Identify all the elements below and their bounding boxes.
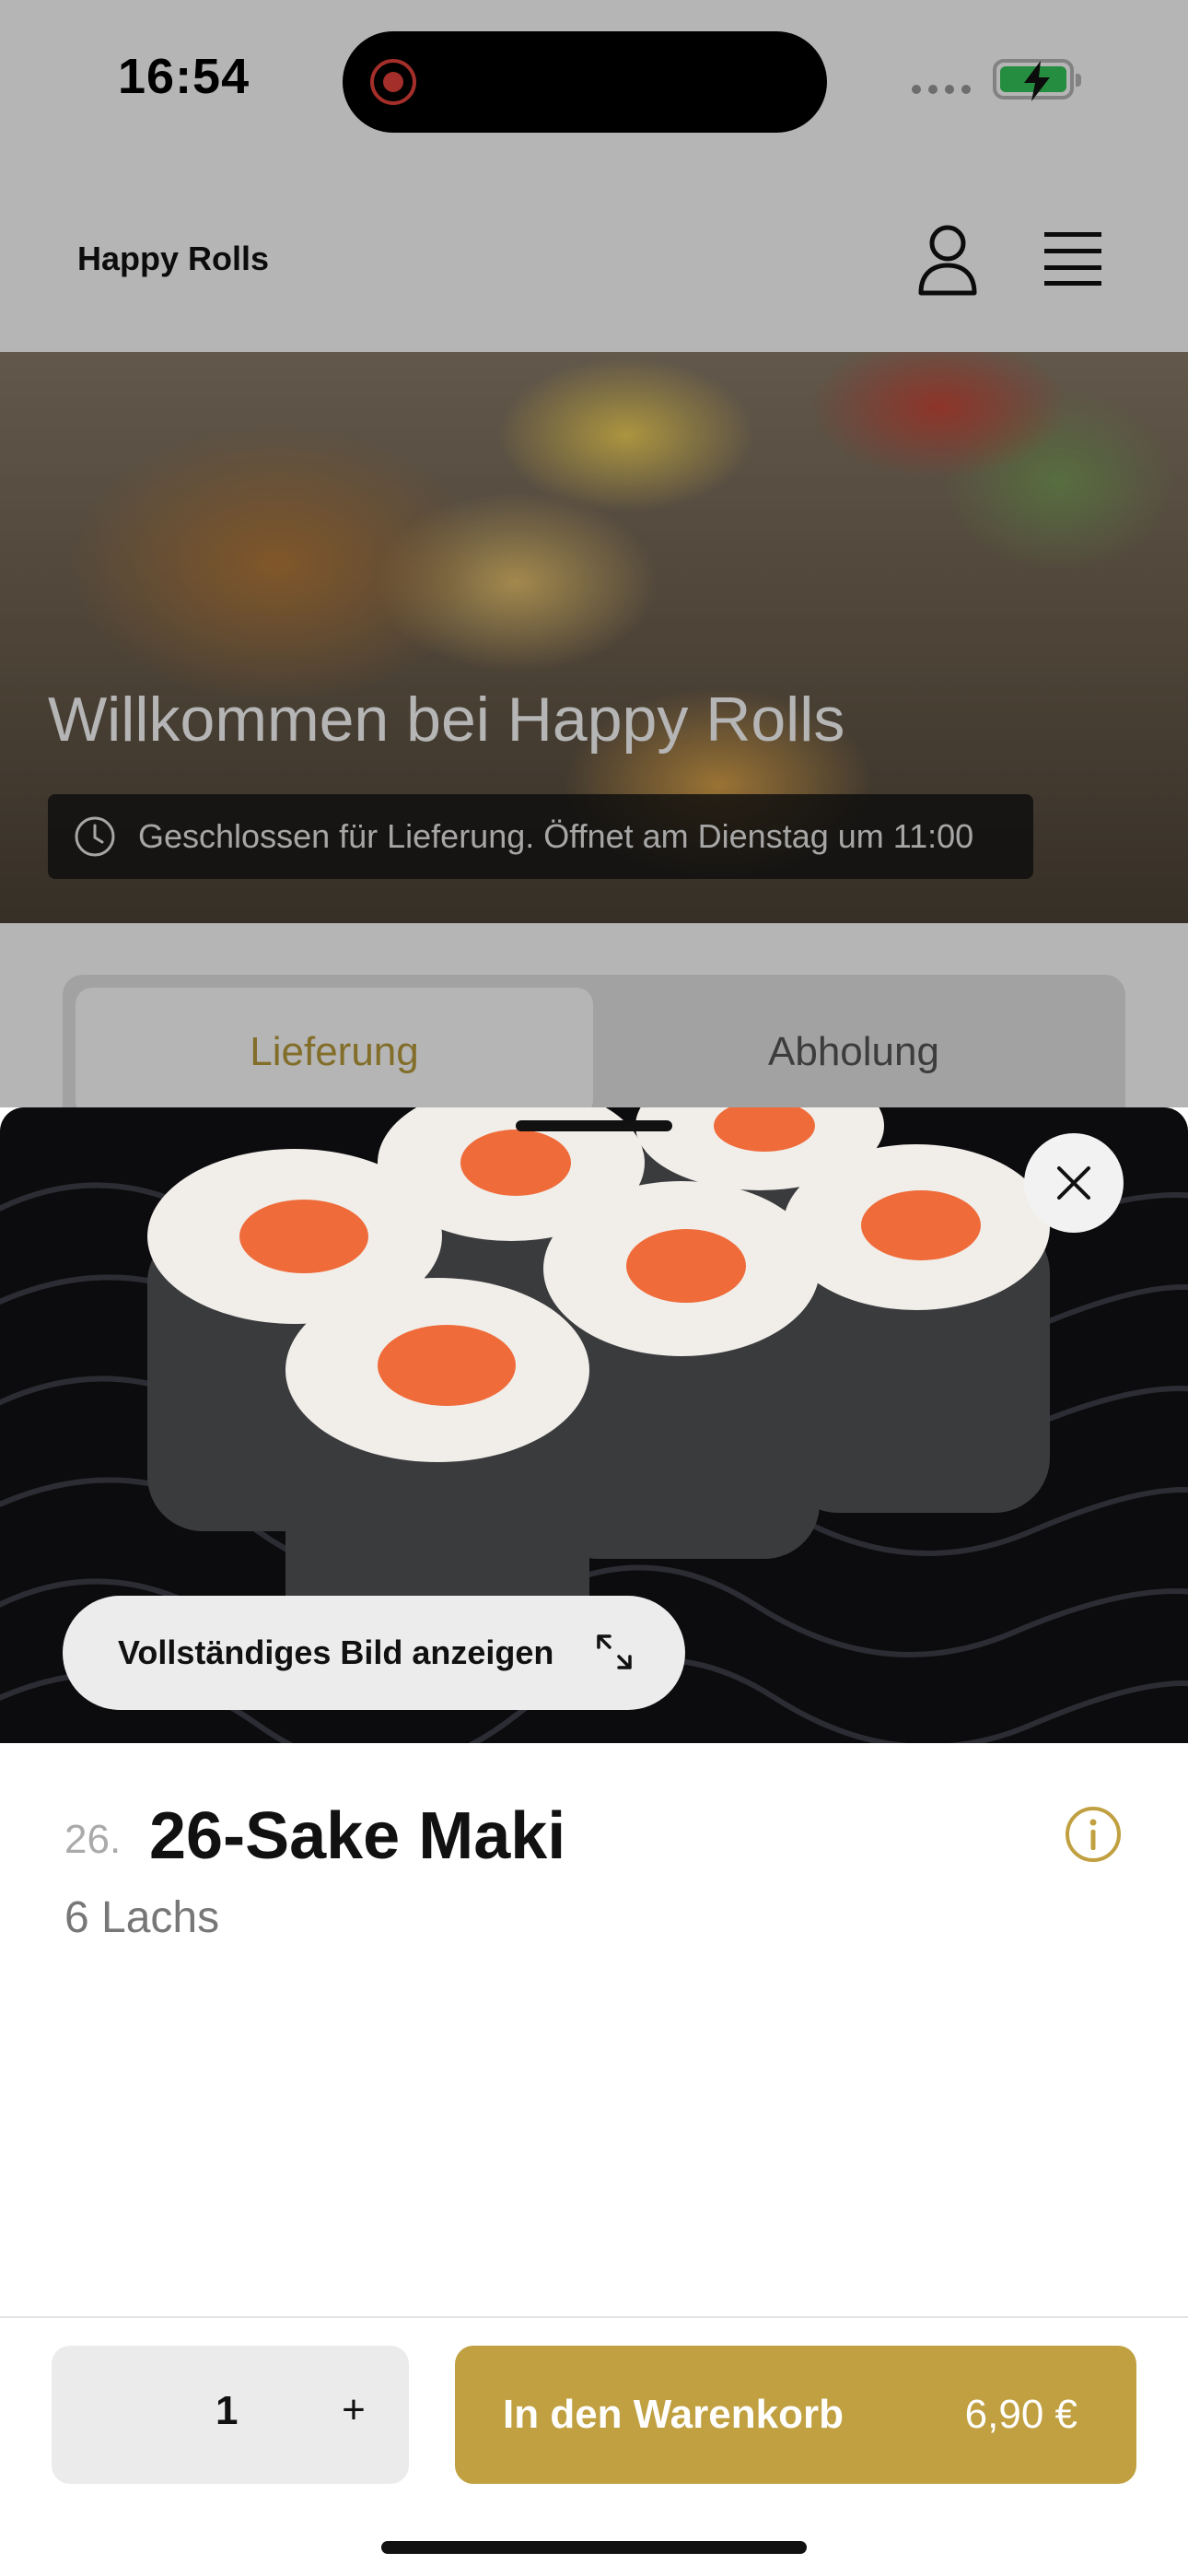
- add-to-cart-button[interactable]: In den Warenkorb 6,90 €: [455, 2346, 1136, 2484]
- quantity-value: 1: [215, 2388, 239, 2433]
- item-description: 6 Lachs: [64, 1893, 220, 1942]
- quantity-plus-button[interactable]: +: [326, 2383, 381, 2438]
- item-name: 26-Sake Maki: [149, 1799, 566, 1873]
- app-screen: 16:54 Happy Rolls Willkommen bei Happy R…: [0, 0, 1188, 2576]
- modal-backdrop[interactable]: [0, 0, 1188, 1107]
- info-icon[interactable]: [1065, 1806, 1122, 1863]
- home-indicator[interactable]: [381, 2541, 807, 2554]
- background-app: 16:54 Happy Rolls Willkommen bei Happy R…: [0, 0, 1188, 1131]
- item-number: 26.: [64, 1817, 122, 1862]
- sheet-grabber[interactable]: [516, 1120, 672, 1131]
- show-full-image-button[interactable]: Vollständiges Bild anzeigen: [63, 1596, 685, 1710]
- close-icon: [1057, 1166, 1090, 1200]
- product-sheet: Vollständiges Bild anzeigen 26. 26-Sake …: [0, 1107, 1188, 2576]
- cart-price: 6,90 €: [964, 2392, 1077, 2437]
- show-full-image-label: Vollständiges Bild anzeigen: [118, 1633, 554, 1671]
- footer-divider: [0, 2316, 1188, 2318]
- quantity-stepper: 1 +: [52, 2346, 409, 2484]
- close-button[interactable]: [1024, 1133, 1124, 1233]
- add-to-cart-label: In den Warenkorb: [503, 2392, 844, 2437]
- product-image: Vollständiges Bild anzeigen: [0, 1107, 1188, 1743]
- expand-icon: [597, 1634, 632, 1669]
